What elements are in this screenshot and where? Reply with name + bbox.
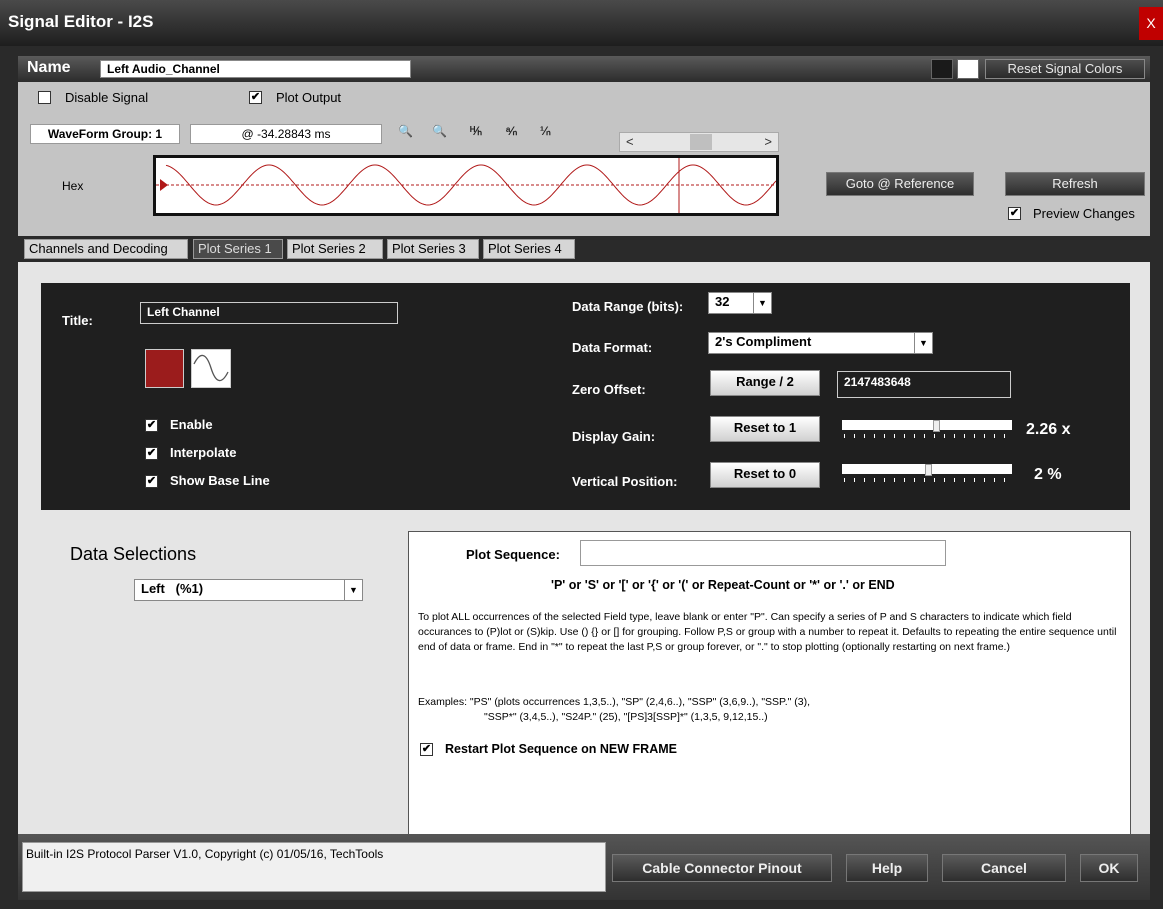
zero-offset-label: Zero Offset: — [572, 382, 646, 397]
interpolate-label: Interpolate — [170, 445, 237, 460]
data-selection-value: Left (%1) — [141, 581, 204, 596]
cancel-button[interactable]: Cancel — [942, 854, 1066, 882]
enable-checkbox[interactable]: ✔ — [145, 419, 158, 432]
data-range-label: Data Range (bits): — [572, 299, 684, 314]
examples-line-1: Examples: "PS" (plots occurrences 1,3,5.… — [418, 696, 811, 708]
show-base-line-label: Show Base Line — [170, 473, 270, 488]
slider-track — [842, 420, 1012, 430]
slider-thumb[interactable] — [933, 420, 940, 432]
refresh-button[interactable]: Refresh — [1005, 172, 1145, 196]
zero-offset-input[interactable]: 2147483648 — [837, 371, 1011, 398]
restart-sequence-checkbox[interactable]: ✔ — [420, 743, 433, 756]
status-text: Built-in I2S Protocol Parser V1.0, Copyr… — [22, 842, 606, 892]
window-title: Signal Editor - I2S — [8, 12, 154, 31]
color-swatch-foreground[interactable] — [957, 59, 979, 79]
range-half-button[interactable]: Range / 2 — [710, 370, 820, 396]
jump-next-icon[interactable]: ¹⁄ₙ — [540, 124, 551, 138]
examples-line-2: "SSP*" (3,4,5..), "S24P." (25), "[PS]3[S… — [484, 711, 768, 723]
plot-sequence-input[interactable] — [580, 540, 946, 566]
plot-style-button[interactable] — [191, 349, 231, 388]
hex-label: Hex — [62, 179, 84, 193]
data-range-select[interactable]: 32 ▼ — [708, 292, 772, 314]
data-format-label: Data Format: — [572, 340, 653, 355]
jump-prev-icon[interactable]: ᵃ⁄ₙ — [506, 124, 517, 138]
marker-icon — [160, 179, 168, 191]
zoom-in-icon[interactable]: 🔍 — [398, 124, 413, 138]
slider-ticks — [844, 434, 1010, 438]
vertical-position-value: 2 % — [1034, 466, 1062, 483]
goto-reference-button[interactable]: Goto @ Reference — [826, 172, 974, 196]
waveform-svg — [156, 158, 777, 213]
zoom-out-icon[interactable]: 🔍 — [432, 124, 447, 138]
vertical-position-slider[interactable] — [842, 464, 1012, 484]
display-gain-label: Display Gain: — [572, 429, 656, 444]
series-color-swatch[interactable] — [145, 349, 184, 388]
series-title-input[interactable]: Left Channel — [140, 302, 398, 324]
tab-bar: Channels and Decoding Plot Series 1 Plot… — [18, 237, 1150, 261]
tab-channels-decoding[interactable]: Channels and Decoding — [24, 239, 188, 259]
scroll-right-icon[interactable]: > — [764, 134, 772, 149]
plot-sequence-hint: 'P' or 'S' or '[' or '{' or '(' or Repea… — [551, 578, 895, 592]
color-swatch-background[interactable] — [931, 59, 953, 79]
tab-plot-series-1[interactable]: Plot Series 1 — [193, 239, 283, 259]
slider-ticks — [844, 478, 1010, 482]
disable-signal-checkbox[interactable] — [38, 91, 51, 104]
restart-sequence-label: Restart Plot Sequence on NEW FRAME — [445, 742, 677, 756]
ok-button[interactable]: OK — [1080, 854, 1138, 882]
tab-plot-series-4[interactable]: Plot Series 4 — [483, 239, 575, 259]
chevron-down-icon: ▼ — [753, 293, 771, 313]
scroll-left-icon[interactable]: < — [626, 134, 634, 149]
tab-plot-series-3[interactable]: Plot Series 3 — [387, 239, 479, 259]
reset-position-button[interactable]: Reset to 0 — [710, 462, 820, 488]
jump-start-icon[interactable]: ᴴ⁄ₕ — [470, 124, 482, 138]
display-gain-slider[interactable] — [842, 420, 1012, 440]
disable-signal-label: Disable Signal — [65, 90, 149, 105]
time-position-field[interactable]: @ -34.28843 ms — [190, 124, 382, 144]
reset-signal-colors-button[interactable]: Reset Signal Colors — [985, 59, 1145, 79]
data-format-value: 2's Compliment — [715, 334, 812, 349]
cable-connector-pinout-button[interactable]: Cable Connector Pinout — [612, 854, 832, 882]
tab-plot-series-2[interactable]: Plot Series 2 — [287, 239, 383, 259]
plot-output-checkbox[interactable]: ✔ — [249, 91, 262, 104]
vertical-position-label: Vertical Position: — [572, 474, 678, 489]
title-bar: Signal Editor - I2S X — [0, 0, 1163, 46]
show-base-line-checkbox[interactable]: ✔ — [145, 475, 158, 488]
data-format-select[interactable]: 2's Compliment ▼ — [708, 332, 933, 354]
title-label: Title: — [62, 313, 93, 328]
chevron-down-icon: ▼ — [914, 333, 932, 353]
scroll-thumb[interactable] — [690, 134, 712, 150]
plot-output-label: Plot Output — [276, 90, 342, 105]
preview-changes-label: Preview Changes — [1033, 206, 1135, 221]
data-selection-select[interactable]: Left (%1) ▼ — [134, 579, 363, 601]
close-button[interactable]: X — [1139, 7, 1163, 40]
enable-label: Enable — [170, 417, 213, 432]
signal-name-input[interactable]: Left Audio_Channel — [100, 60, 411, 78]
waveform-preview[interactable] — [153, 155, 779, 216]
help-button[interactable]: Help — [846, 854, 928, 882]
preview-changes-checkbox[interactable]: ✔ — [1008, 207, 1021, 220]
data-range-value: 32 — [715, 294, 730, 309]
plot-sequence-help-text: To plot ALL occurrences of the selected … — [418, 611, 1117, 653]
plot-sequence-label: Plot Sequence: — [466, 547, 560, 562]
reset-gain-button[interactable]: Reset to 1 — [710, 416, 820, 442]
slider-thumb[interactable] — [925, 464, 932, 476]
name-label: Name — [27, 59, 71, 76]
interpolate-checkbox[interactable]: ✔ — [145, 447, 158, 460]
display-gain-value: 2.26 x — [1026, 421, 1071, 438]
waveform-group-field[interactable]: WaveForm Group: 1 — [30, 124, 180, 144]
chevron-down-icon: ▼ — [344, 580, 362, 600]
waveform-scrollbar[interactable]: < > — [619, 132, 779, 152]
data-selections-heading: Data Selections — [70, 544, 197, 564]
sine-wave-icon — [193, 354, 229, 382]
